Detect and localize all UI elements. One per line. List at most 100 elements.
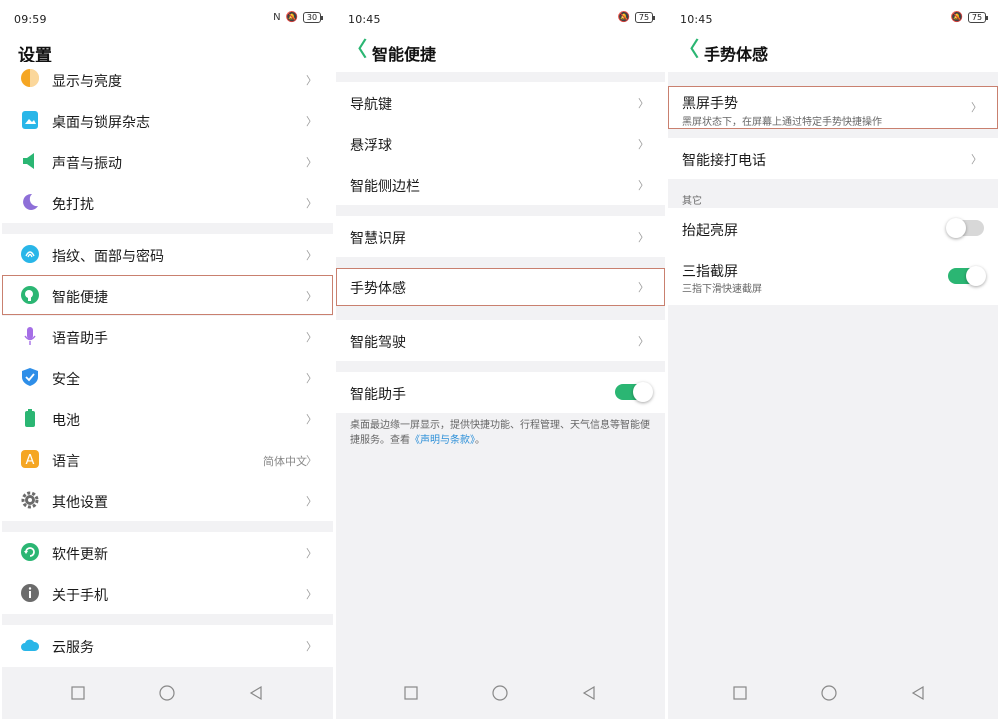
item-label: 安全 bbox=[52, 372, 80, 388]
recents-button[interactable] bbox=[70, 685, 86, 701]
settings-item-dnd[interactable]: 免打扰 〉 bbox=[2, 182, 333, 223]
battery-indicator: 75 bbox=[968, 12, 988, 23]
status-bar: 10:45 🔕 75 bbox=[668, 0, 998, 38]
cloud-icon bbox=[20, 635, 40, 655]
smart-assistant-toggle[interactable] bbox=[615, 382, 653, 402]
chevron-right-icon: 〉 bbox=[306, 495, 317, 508]
microphone-icon bbox=[20, 326, 40, 346]
item-label: 悬浮球 bbox=[350, 138, 392, 154]
item-label: 导航键 bbox=[350, 97, 392, 113]
mute-icon: 🔕 bbox=[285, 12, 298, 23]
item-smart-assistant: 智能助手 bbox=[336, 372, 665, 413]
chevron-right-icon: 〉 bbox=[306, 197, 317, 210]
chevron-right-icon: 〉 bbox=[306, 290, 317, 303]
item-screen-recognition[interactable]: 智慧识屏 〉 bbox=[336, 216, 665, 257]
settings-item-fingerprint[interactable]: 指纹、面部与密码 〉 bbox=[2, 234, 333, 275]
item-label: 抬起亮屏 bbox=[682, 223, 738, 239]
item-label: 其他设置 bbox=[52, 495, 108, 511]
chevron-right-icon: 〉 bbox=[638, 231, 649, 244]
item-label: 黑屏手势 bbox=[682, 96, 738, 112]
chevron-right-icon: 〉 bbox=[638, 335, 649, 348]
item-label: 显示与亮度 bbox=[52, 74, 122, 90]
battery-indicator: 75 bbox=[635, 12, 655, 23]
assistant-description: 桌面最边缘一屏显示，提供快捷功能、行程管理、天气信息等智能便捷服务。查看《声明与… bbox=[350, 420, 650, 446]
item-smart-sidebar[interactable]: 智能侧边栏 〉 bbox=[336, 164, 665, 205]
settings-item-update[interactable]: 软件更新 〉 bbox=[2, 532, 333, 573]
back-nav-button[interactable] bbox=[910, 685, 926, 701]
status-bar: 10:45 🔕 75 bbox=[336, 0, 665, 38]
chevron-right-icon: 〉 bbox=[306, 156, 317, 169]
item-label: 手势体感 bbox=[350, 281, 406, 297]
gear-icon bbox=[20, 490, 40, 510]
recents-button[interactable] bbox=[403, 685, 419, 701]
chevron-right-icon: 〉 bbox=[638, 138, 649, 151]
settings-item-other[interactable]: 其他设置 〉 bbox=[2, 480, 333, 521]
settings-item-wallpaper[interactable]: 桌面与锁屏杂志 〉 bbox=[2, 100, 333, 141]
chevron-right-icon: 〉 bbox=[971, 153, 982, 166]
navigation-bar bbox=[336, 671, 665, 717]
wallpaper-icon bbox=[20, 110, 40, 130]
home-button[interactable] bbox=[159, 685, 175, 701]
chevron-right-icon: 〉 bbox=[306, 115, 317, 128]
item-nav-keys[interactable]: 导航键 〉 bbox=[336, 82, 665, 123]
item-smart-driving[interactable]: 智能驾驶 〉 bbox=[336, 320, 665, 361]
section-header-other: 其它 bbox=[682, 196, 702, 207]
settings-item-language[interactable]: A 语言 简体中文 〉 bbox=[2, 439, 333, 480]
settings-item-about[interactable]: 关于手机 〉 bbox=[2, 573, 333, 614]
status-time: 09:59 bbox=[14, 13, 47, 26]
item-subtitle: 黑屏状态下，在屏幕上通过特定手势快捷操作 bbox=[682, 117, 882, 128]
chevron-right-icon: 〉 bbox=[306, 74, 317, 87]
item-gestures[interactable]: 手势体感 〉 bbox=[336, 268, 665, 306]
settings-item-voice[interactable]: 语音助手 〉 bbox=[2, 316, 333, 357]
back-nav-button[interactable] bbox=[248, 685, 264, 701]
gestures-screen: 10:45 🔕 75 〈 手势体感 黑屏手势 黑屏状态下，在屏幕上通过特定手势快… bbox=[668, 0, 998, 719]
three-finger-screenshot-toggle[interactable] bbox=[948, 266, 986, 286]
smart-convenience-screen: 10:45 🔕 75 〈 智能便捷 导航键 〉 悬浮球 〉 智能侧边栏 〉 智慧… bbox=[336, 0, 665, 719]
home-button[interactable] bbox=[492, 685, 508, 701]
item-label: 软件更新 bbox=[52, 547, 108, 563]
fingerprint-icon bbox=[20, 244, 40, 264]
item-label: 云服务 bbox=[52, 640, 94, 656]
item-label: 指纹、面部与密码 bbox=[52, 249, 164, 265]
item-label: 语音助手 bbox=[52, 331, 108, 347]
speaker-icon bbox=[20, 151, 40, 171]
chevron-right-icon: 〉 bbox=[306, 547, 317, 560]
settings-item-security[interactable]: 安全 〉 bbox=[2, 357, 333, 398]
back-nav-button[interactable] bbox=[581, 685, 597, 701]
item-label: 免打扰 bbox=[52, 197, 94, 213]
settings-item-sound[interactable]: 声音与振动 〉 bbox=[2, 141, 333, 182]
item-label: 语言 bbox=[52, 454, 80, 470]
settings-screen: 09:59 N 🔕 30 设置 显示与亮度 〉 桌面与锁屏杂志 〉 声音与振动 … bbox=[2, 0, 333, 719]
settings-item-battery[interactable]: 电池 〉 bbox=[2, 398, 333, 439]
language-value: 简体中文 bbox=[263, 455, 307, 468]
battery-indicator: 30 bbox=[303, 12, 323, 23]
chevron-right-icon: 〉 bbox=[306, 249, 317, 262]
back-arrow-icon[interactable]: 〈 bbox=[678, 38, 700, 62]
item-floating-ball[interactable]: 悬浮球 〉 bbox=[336, 123, 665, 164]
item-screen-off-gestures[interactable]: 黑屏手势 黑屏状态下，在屏幕上通过特定手势快捷操作 〉 bbox=[668, 86, 998, 129]
recents-button[interactable] bbox=[732, 685, 748, 701]
item-label: 桌面与锁屏杂志 bbox=[52, 115, 150, 131]
navigation-bar bbox=[668, 671, 998, 717]
back-arrow-icon[interactable]: 〈 bbox=[346, 38, 368, 62]
raise-to-wake-toggle[interactable] bbox=[946, 218, 984, 238]
nfc-icon: N bbox=[273, 12, 281, 23]
item-label: 智能便捷 bbox=[52, 290, 108, 306]
navigation-bar bbox=[2, 671, 333, 717]
item-smart-call[interactable]: 智能接打电话 〉 bbox=[668, 138, 998, 179]
moon-icon bbox=[20, 192, 40, 212]
header: 〈 智能便捷 bbox=[336, 38, 665, 72]
shield-icon bbox=[20, 367, 40, 387]
item-subtitle: 三指下滑快速截屏 bbox=[682, 284, 762, 295]
settings-item-smart[interactable]: 智能便捷 〉 bbox=[2, 275, 333, 315]
chevron-right-icon: 〉 bbox=[638, 281, 649, 294]
battery-icon bbox=[20, 408, 40, 428]
home-button[interactable] bbox=[821, 685, 837, 701]
chevron-right-icon: 〉 bbox=[306, 454, 317, 467]
settings-item-cloud[interactable]: 云服务 〉 bbox=[2, 625, 333, 667]
item-label: 智能驾驶 bbox=[350, 335, 406, 351]
settings-item-display[interactable]: 显示与亮度 〉 bbox=[2, 62, 333, 100]
mute-icon: 🔕 bbox=[617, 12, 630, 23]
chevron-right-icon: 〉 bbox=[306, 372, 317, 385]
terms-link[interactable]: 《声明与条款》 bbox=[410, 435, 475, 446]
